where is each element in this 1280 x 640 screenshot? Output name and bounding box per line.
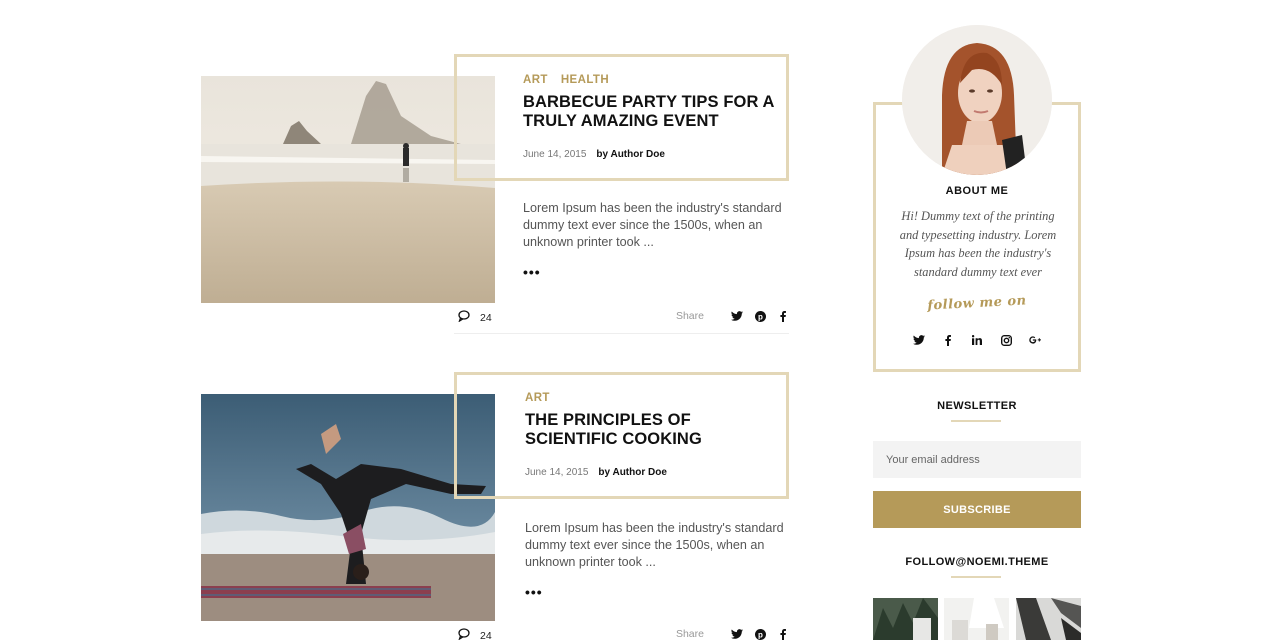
comments-count: 24 [480,311,492,324]
read-more-dots[interactable]: ••• [523,264,541,280]
post-title[interactable]: THE PRINCIPLES OF SCIENTIFIC COOKING [525,411,787,449]
instagram-title: FOLLOW@NOEMI.THEME [905,556,1049,568]
post-categories: ART HEALTH [523,74,785,86]
post-author[interactable]: by Author Doe [596,149,665,160]
facebook-icon[interactable] [942,333,954,347]
about-me-text: Hi! Dummy text of the printing and types… [899,209,1057,279]
twitter-icon[interactable] [731,311,743,321]
twitter-icon[interactable] [913,333,925,347]
post-image-beach-walker[interactable] [201,76,495,303]
post-card: ART HEALTH BARBECUE PARTY TIPS FOR A TRUL… [201,54,789,344]
post-meta: June 14, 2015 by Author Doe [525,467,787,478]
instagram-icon[interactable] [1000,333,1012,347]
facebook-icon[interactable] [777,310,789,322]
comments-link[interactable]: 24 [458,310,492,325]
instagram-thumbnail[interactable] [873,598,938,640]
post-header: ART THE PRINCIPLES OF SCIENTIFIC COOKING… [525,392,787,478]
comment-icon [458,628,470,640]
twitter-icon[interactable] [731,629,743,639]
category-link[interactable]: ART [523,74,548,86]
svg-text:p: p [758,312,763,321]
instagram-thumbnail[interactable] [1016,598,1081,640]
post-excerpt: Lorem Ipsum has been the industry's stan… [525,521,784,569]
post-card: ART THE PRINCIPLES OF SCIENTIFIC COOKING… [201,372,789,640]
post-image-yoga-beach[interactable] [201,394,495,621]
newsletter-title: NEWSLETTER [937,400,1017,412]
post-title[interactable]: BARBECUE PARTY TIPS FOR A TRULY AMAZING … [523,93,785,131]
pinterest-icon[interactable]: p [754,628,766,640]
instagram-title-underline [951,576,1001,578]
subscribe-button[interactable]: SUBSCRIBE [873,491,1081,528]
newsletter-title-underline [951,420,1001,422]
avatar [902,25,1052,175]
comments-link[interactable]: 24 [458,628,492,640]
share-label: Share [675,310,704,322]
post-footer: 24 Share p [454,628,789,640]
about-me-title: ABOUT ME [945,185,1009,197]
post-meta: June 14, 2015 by Author Doe [523,149,785,160]
post-date: June 14, 2015 [523,149,587,160]
google-plus-icon[interactable] [1029,333,1041,347]
post-excerpt: Lorem Ipsum has been the industry's stan… [523,201,782,249]
category-link[interactable]: HEALTH [561,74,609,86]
share-bar: Share p [676,628,789,640]
facebook-icon[interactable] [777,628,789,640]
post-categories: ART [525,392,787,404]
instagram-thumbnail[interactable] [944,598,1009,640]
comments-count: 24 [480,629,492,640]
category-link[interactable]: ART [525,392,550,404]
linkedin-icon[interactable] [971,333,983,347]
about-social-links [873,333,1081,347]
share-label: Share [675,628,704,640]
post-header: ART HEALTH BARBECUE PARTY TIPS FOR A TRUL… [523,74,785,160]
email-field[interactable] [873,441,1081,478]
comment-icon [458,310,470,325]
pinterest-icon[interactable]: p [754,310,766,322]
post-author[interactable]: by Author Doe [598,467,667,478]
share-bar: Share p [676,310,789,322]
svg-text:p: p [758,630,763,639]
post-date: June 14, 2015 [525,467,589,478]
post-footer: 24 Share p [454,310,789,334]
read-more-dots[interactable]: ••• [525,584,543,600]
